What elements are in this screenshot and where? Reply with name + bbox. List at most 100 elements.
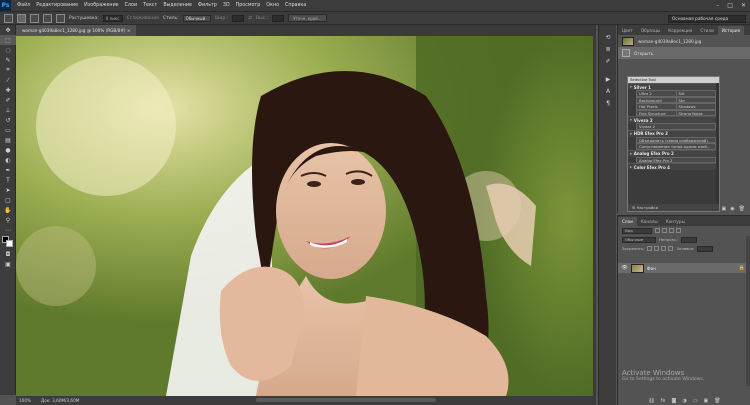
trash-icon[interactable]: 🗑 [739,206,745,212]
brush-settings-icon[interactable]: ✐ [599,55,617,67]
menu-file[interactable]: Файл [17,3,30,8]
marquee-preset-icon[interactable] [4,13,13,23]
camera-snapshot-icon[interactable]: ◉ [730,206,734,212]
lock-all-icon[interactable] [668,246,674,251]
filter-shape-icon[interactable] [676,228,681,233]
layers-scrollbar[interactable] [746,236,750,386]
filter-type-icon[interactable] [669,228,674,233]
quick-selection-tool-icon[interactable]: ✎ [0,55,16,65]
add-mask-icon[interactable]: ◙ [672,398,677,404]
layer-row-background[interactable]: 👁 Фон 🔒 [618,263,750,273]
feather-input[interactable]: 0 пикс [102,14,123,22]
document-tab[interactable]: woman-g4039a8ec1_1280.jpg @ 100% (RGB/8#… [16,25,137,36]
new-selection-icon[interactable] [17,13,26,23]
more-tools-icon[interactable]: ⋯ [0,225,16,235]
type-tool-icon[interactable]: T [0,175,16,185]
delete-layer-icon[interactable]: 🗑 [714,398,720,404]
document-info[interactable]: Док: 3,60M/3,60M [41,398,79,403]
eye-icon[interactable]: 👁 [621,265,628,271]
clone-stamp-tool-icon[interactable]: ⊥ [0,105,16,115]
menu-filter[interactable]: Фильтр [198,3,217,8]
new-group-icon[interactable]: ▭ [693,398,698,404]
rectangular-marquee-tool-icon[interactable]: ⬚ [0,35,16,45]
healing-brush-tool-icon[interactable]: ✚ [0,85,16,95]
workspace-select[interactable]: Основная рабочая среда [668,15,746,23]
close-icon[interactable]: ✕ [741,2,746,9]
tab-swatches[interactable]: Образцы [637,26,665,35]
nik-scrollbar[interactable] [716,83,719,206]
tab-color[interactable]: Цвет [618,26,637,35]
nik-group-silver[interactable]: ▾ Silver 1 [628,83,719,90]
quick-mask-icon[interactable]: ◘ [0,249,16,259]
blend-mode-select[interactable]: Обычные [622,236,656,243]
history-snapshot[interactable]: woman-g4039a8ec1_1280.jpg [618,35,750,47]
width-input[interactable] [232,14,245,22]
menu-3d[interactable]: 3D [223,3,230,8]
intersect-selection-icon[interactable] [56,13,65,23]
maximize-icon[interactable]: □ [727,2,733,9]
tab-history[interactable]: История [717,26,745,35]
style-select[interactable]: Обычный [182,14,211,22]
path-selection-tool-icon[interactable]: ➤ [0,185,16,195]
nik-group-viveza[interactable]: ▾ Viveza 2 [628,116,719,123]
add-selection-icon[interactable] [30,13,39,23]
history-brush-tool-icon[interactable]: ↺ [0,115,16,125]
move-tool-icon[interactable]: ✥ [0,25,16,35]
adjustment-layer-icon[interactable]: ◑ [682,398,686,404]
paragraph-panel-icon[interactable]: ¶ [599,97,617,109]
subtract-selection-icon[interactable] [43,13,52,23]
canvas-photo[interactable] [16,36,594,396]
opacity-input[interactable] [681,236,698,243]
gradient-tool-icon[interactable]: ▤ [0,135,16,145]
antialias-checkbox[interactable]: Сглаживание [127,16,159,21]
tab-styles[interactable]: Стили [696,26,717,35]
actions-panel-icon[interactable]: ▶ [599,73,617,85]
dodge-tool-icon[interactable]: ◐ [0,155,16,165]
close-tab-icon[interactable]: × [127,28,131,33]
new-document-from-state-icon[interactable]: ▣ [722,206,727,212]
vertical-scrollbar[interactable] [593,36,596,396]
lasso-tool-icon[interactable]: ◌ [0,45,16,55]
menu-edit[interactable]: Редактирование [36,3,78,8]
properties-panel-icon[interactable]: ≣ [599,43,617,55]
new-layer-icon[interactable]: ▣ [703,398,708,404]
nik-settings-button[interactable]: ⚙ Настройки [628,204,719,211]
blur-tool-icon[interactable]: ● [0,145,16,155]
lock-pixels-icon[interactable] [654,246,660,251]
layer-filter-select[interactable]: Вид [622,227,652,234]
tab-layers[interactable]: Слои [618,217,637,226]
menu-help[interactable]: Справка [285,3,306,8]
eraser-tool-icon[interactable]: ▭ [0,125,16,135]
lock-transparency-icon[interactable] [647,246,653,251]
refine-edge-button[interactable]: Уточн. край... [288,14,327,22]
menu-layers[interactable]: Слои [125,3,137,8]
fx-icon[interactable]: fx [661,398,666,404]
filter-adjustment-icon[interactable] [662,228,667,233]
history-step[interactable]: Открыть [618,47,750,59]
menu-select[interactable]: Выделение [163,3,192,8]
swap-icon[interactable]: ⇄ [248,16,252,21]
link-layers-icon[interactable]: ⛓ [648,398,654,404]
nik-group-hdr[interactable]: ▾ HDR Efex Pro 2 [628,129,719,137]
nik-group-analog[interactable]: ▾ Analog Efex Pro 2 [628,149,719,157]
menu-view[interactable]: Просмотр [236,3,261,8]
zoom-level[interactable]: 100% [19,398,31,403]
eyedropper-tool-icon[interactable]: ⁄ [0,75,16,85]
rectangle-tool-icon[interactable]: ▢ [0,195,16,205]
height-input[interactable] [272,14,285,22]
filter-pixel-icon[interactable] [655,228,660,233]
tab-paths[interactable]: Контуры [662,217,689,226]
color-swatches[interactable] [0,235,16,249]
tab-adjustments[interactable]: Коррекция [664,26,696,35]
crop-tool-icon[interactable]: ⌗ [0,65,16,75]
menu-image[interactable]: Изображение [84,3,119,8]
lock-position-icon[interactable] [661,246,667,251]
character-panel-icon[interactable]: A [599,85,617,97]
tab-channels[interactable]: Каналы [637,217,662,226]
menu-window[interactable]: Окно [266,3,279,8]
screen-mode-icon[interactable]: ▣ [0,259,16,269]
brush-tool-icon[interactable]: ✐ [0,95,16,105]
nik-group-color-efex[interactable]: ▸ Color Efex Pro 4 [628,163,719,170]
horizontal-scrollbar[interactable] [256,398,436,402]
pen-tool-icon[interactable]: ✒ [0,165,16,175]
